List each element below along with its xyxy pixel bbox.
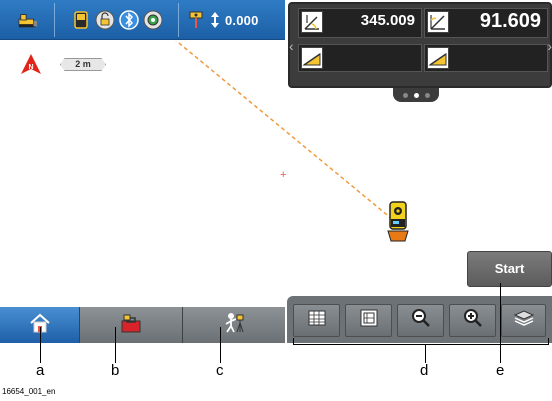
callout-c: c bbox=[216, 362, 224, 379]
north-label: N bbox=[28, 64, 33, 71]
callout-line-e bbox=[500, 283, 501, 363]
callout-a: a bbox=[36, 362, 45, 379]
callout-bracket-d bbox=[293, 344, 549, 345]
value-cell-vertical-angle[interactable]: 91.609 bbox=[424, 8, 548, 38]
lock-icon bbox=[95, 10, 115, 30]
zoom-out-button[interactable] bbox=[397, 304, 444, 337]
bluetooth-icon bbox=[119, 10, 139, 30]
horizontal-angle-icon bbox=[301, 11, 323, 33]
callout-bracket-d-left bbox=[293, 338, 294, 345]
surveyor-icon bbox=[222, 311, 246, 340]
trace-line bbox=[175, 41, 393, 220]
height-readout[interactable]: 0.000 bbox=[184, 0, 282, 40]
status-bar: 0.000 bbox=[0, 0, 285, 40]
callout-line-c bbox=[220, 327, 221, 363]
north-arrow-icon[interactable]: N bbox=[20, 53, 42, 75]
tab-machine-tools[interactable] bbox=[80, 307, 183, 343]
zoom-out-icon bbox=[411, 308, 431, 333]
view-button[interactable] bbox=[345, 304, 392, 337]
callout-line-a bbox=[40, 327, 41, 363]
bottom-tab-bar bbox=[0, 307, 285, 343]
total-station-icon[interactable] bbox=[385, 201, 411, 243]
pole-height-icon bbox=[186, 10, 206, 30]
map-toolbar bbox=[287, 296, 552, 343]
callout-line-d bbox=[425, 344, 426, 363]
callout-e: e bbox=[496, 362, 505, 379]
zoom-in-button[interactable] bbox=[449, 304, 496, 337]
app-screen: 0.000 ‹ › 345.009 91.609 N 2 m + Start a… bbox=[0, 0, 552, 401]
layers-icon bbox=[513, 308, 535, 333]
callout-b: b bbox=[111, 362, 120, 379]
horizontal-angle-value: 345.009 bbox=[360, 12, 415, 29]
layers-button[interactable] bbox=[501, 304, 546, 337]
machine-status[interactable] bbox=[4, 0, 52, 40]
layout-icon bbox=[360, 309, 378, 332]
gps-target-icon bbox=[143, 10, 163, 30]
callout-bracket-d-right bbox=[548, 338, 549, 345]
machine-icon bbox=[18, 10, 38, 30]
vertical-angle-value: 91.609 bbox=[479, 10, 541, 32]
up-down-arrow-icon bbox=[210, 10, 220, 30]
controller-icon bbox=[71, 10, 91, 30]
vertical-angle-icon bbox=[427, 11, 449, 33]
connection-status[interactable] bbox=[58, 0, 176, 40]
callout-line-b bbox=[115, 327, 116, 363]
tab-survey[interactable] bbox=[183, 307, 285, 343]
callout-d: d bbox=[420, 362, 429, 379]
start-button[interactable]: Start bbox=[467, 251, 552, 287]
height-value: 0.000 bbox=[225, 12, 259, 28]
table-icon bbox=[308, 310, 326, 331]
figure-id: 16654_001_en bbox=[2, 387, 56, 396]
table-button[interactable] bbox=[293, 304, 340, 337]
toolbox-icon bbox=[119, 312, 143, 339]
value-cell-horizontal-angle[interactable]: 345.009 bbox=[298, 8, 422, 38]
scale-bar: 2 m bbox=[60, 58, 106, 71]
zoom-in-icon bbox=[463, 308, 483, 333]
crosshair-marker: + bbox=[280, 169, 287, 181]
